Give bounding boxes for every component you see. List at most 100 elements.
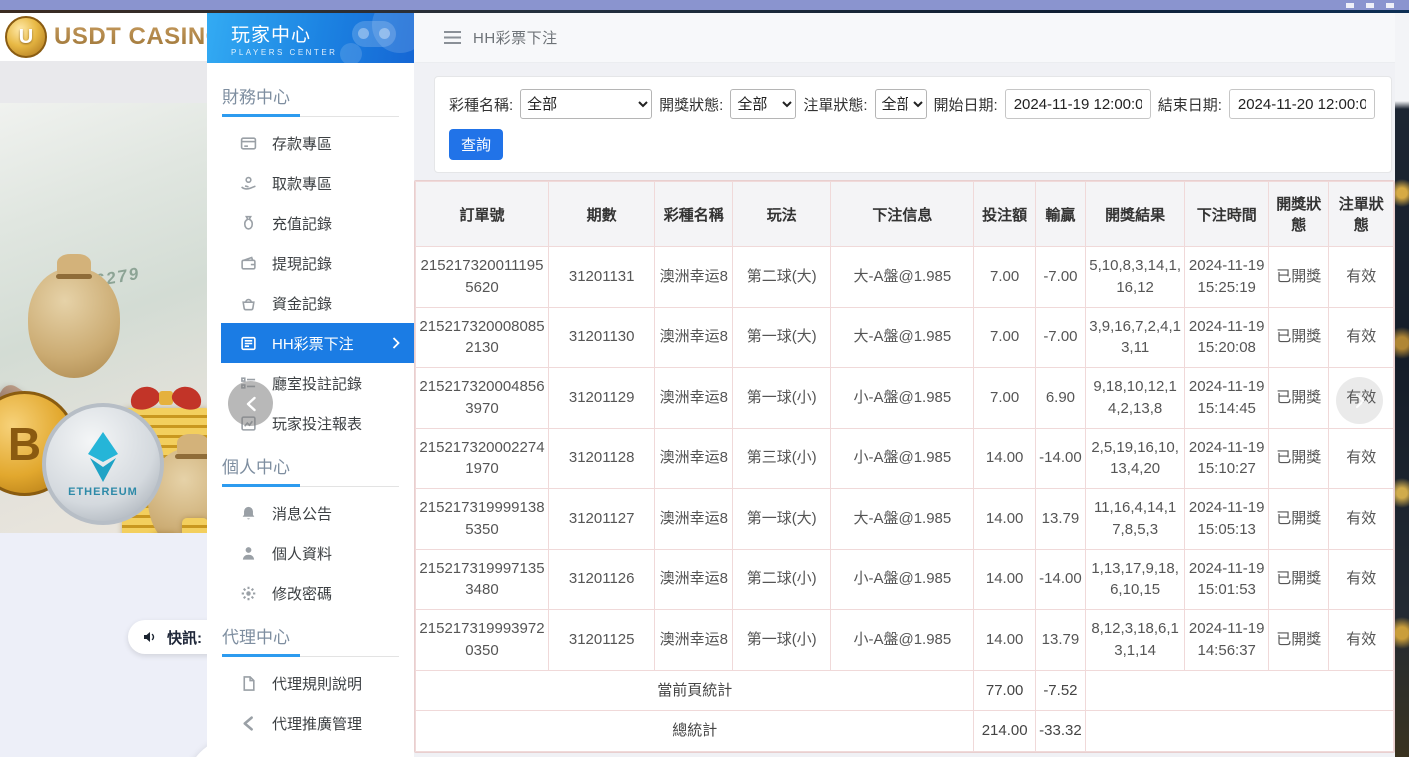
table-cell: 6.90	[1035, 368, 1085, 429]
sidebar-item-personal-profile[interactable]: 個人資料	[207, 533, 414, 573]
sidebar-item-label: HH彩票下注	[272, 333, 354, 354]
table-cell: 澳洲幸运8	[655, 549, 733, 610]
sidebar-item-label: 修改密碼	[272, 583, 332, 604]
sidebar-item-deposit-area[interactable]: 存款專區	[207, 123, 414, 163]
sidebar-header: 玩家中心 PLAYERS CENTER	[207, 13, 414, 63]
table-cell: 澳洲幸运8	[655, 307, 733, 368]
section-underline	[222, 654, 399, 657]
table-row: 215217320004856397031201129澳洲幸运8第一球(小)小-…	[416, 368, 1394, 429]
chevron-left-icon	[245, 396, 257, 412]
table-cell: 8,12,3,18,6,13,1,14	[1086, 610, 1185, 671]
bets-table-panel: 訂單號期數彩種名稱玩法下注信息投注額輸贏開獎結果下注時間開獎狀態注單狀態 215…	[414, 180, 1395, 753]
sidebar-item-recharge-records[interactable]: 充值記錄	[207, 203, 414, 243]
chevron-right-icon	[1354, 393, 1366, 409]
table-cell: 小-A盤@1.985	[831, 368, 974, 429]
site-logo[interactable]: U USDT CASINO	[0, 13, 207, 61]
bell-icon	[240, 505, 257, 522]
lottery-bet-icon	[240, 335, 257, 352]
sidebar-item-change-password[interactable]: 修改密碼	[207, 573, 414, 613]
lottery-name-select[interactable]: 全部	[520, 89, 652, 119]
order-status-select[interactable]: 全部	[875, 89, 927, 119]
sidebar-item-agent-rules[interactable]: 代理規則說明	[207, 663, 414, 703]
table-cell: 有效	[1329, 428, 1394, 489]
sidebar-item-label: 代理規則說明	[272, 673, 362, 694]
sidebar-item-label: 取款專區	[272, 173, 332, 194]
table-cell: -7.00	[1035, 247, 1085, 308]
window-control-fragment	[1346, 3, 1354, 8]
table-cell: 2024-11-19 15:25:19	[1185, 247, 1269, 308]
background-scene-left: U USDT CASINO KB46279 B ETHEREUM 快訊:	[0, 13, 207, 757]
sidebar-item-hh-lottery-bets[interactable]: HH彩票下注	[221, 323, 414, 363]
background-scene-right	[1395, 13, 1409, 757]
table-cell: 5,10,8,3,14,1,16,12	[1086, 247, 1185, 308]
summary-bet-amount: 77.00	[974, 670, 1035, 711]
table-cell: 澳洲幸运8	[655, 428, 733, 489]
table-cell: 澳洲幸运8	[655, 610, 733, 671]
summary-empty-cell	[1086, 711, 1394, 752]
search-button[interactable]: 查詢	[449, 129, 503, 160]
table-cell: 小-A盤@1.985	[831, 610, 974, 671]
table-cell: 2024-11-19 15:01:53	[1185, 549, 1269, 610]
table-cell: 13.79	[1035, 610, 1085, 671]
sidebar-collapse-button[interactable]	[228, 381, 273, 426]
column-header: 輸贏	[1035, 182, 1085, 247]
table-cell: 澳洲幸运8	[655, 247, 733, 308]
gamepad-icon	[352, 21, 396, 47]
table-cell: 31201131	[548, 247, 654, 308]
window-control-fragment	[1386, 3, 1394, 8]
ethereum-coin-icon: ETHEREUM	[42, 403, 164, 525]
table-cell: 第一球(大)	[733, 489, 831, 550]
logo-coin-icon: U	[5, 16, 47, 58]
sidebar-item-label: 廳室投註記錄	[272, 373, 362, 394]
end-date-input[interactable]	[1229, 89, 1375, 119]
sidebar-item-announcements[interactable]: 消息公告	[207, 493, 414, 533]
table-row: 215217319999138535031201127澳洲幸运8第一球(大)大-…	[416, 489, 1394, 550]
sidebar-item-label: 代理推廣管理	[272, 713, 362, 734]
funds-purse-icon	[240, 295, 257, 312]
draw-status-select[interactable]: 全部	[730, 89, 796, 119]
sidebar-item-label: 充值記錄	[272, 213, 332, 234]
chevron-right-icon	[392, 337, 402, 349]
start-date-label: 開始日期:	[934, 94, 998, 115]
table-cell: 第二球(小)	[733, 549, 831, 610]
page-title-bar: HH彩票下注	[414, 13, 1395, 63]
sidebar-item-withdraw-area[interactable]: 取款專區	[207, 163, 414, 203]
table-cell: 31201126	[548, 549, 654, 610]
table-header-row: 訂單號期數彩種名稱玩法下注信息投注額輸贏開獎結果下注時間開獎狀態注單狀態	[416, 182, 1394, 247]
table-cell: 第一球(大)	[733, 307, 831, 368]
table-cell: 大-A盤@1.985	[831, 247, 974, 308]
summary-label: 總統計	[416, 711, 974, 752]
table-cell: 已開獎	[1269, 247, 1329, 308]
table-cell: 2024-11-19 15:14:45	[1185, 368, 1269, 429]
table-cell: 第二球(大)	[733, 247, 831, 308]
table-cell: 13.79	[1035, 489, 1085, 550]
table-cell: 大-A盤@1.985	[831, 307, 974, 368]
table-cell: 2,5,19,16,10,13,4,20	[1086, 428, 1185, 489]
customer-service-button[interactable]	[183, 735, 207, 757]
sidebar-item-funds-records[interactable]: 資金記錄	[207, 283, 414, 323]
table-cell: 有效	[1329, 610, 1394, 671]
sidebar-item-label: 玩家投注報表	[272, 413, 362, 434]
ticker-label: 快訊:	[167, 627, 202, 648]
sidebar-item-agent-promotion[interactable]: 代理推廣管理	[207, 703, 414, 743]
table-cell: 已開獎	[1269, 549, 1329, 610]
table-cell: 有效	[1329, 489, 1394, 550]
background-band	[0, 61, 207, 103]
table-cell: 2152173200048563970	[416, 368, 549, 429]
table-cell: 2152173199971353480	[416, 549, 549, 610]
background-bottom: 快訊:	[0, 533, 207, 757]
table-cell: 有效	[1329, 549, 1394, 610]
panel-expand-button[interactable]	[1336, 377, 1383, 424]
table-cell: 澳洲幸运8	[655, 368, 733, 429]
table-cell: 14.00	[974, 428, 1035, 489]
table-cell: 2152173200022741970	[416, 428, 549, 489]
summary-winloss: -7.52	[1035, 670, 1085, 711]
table-cell: 14.00	[974, 549, 1035, 610]
sidebar-item-cashout-records[interactable]: 提現記錄	[207, 243, 414, 283]
hamburger-menu-icon[interactable]	[444, 31, 461, 44]
start-date-input[interactable]	[1005, 89, 1151, 119]
news-ticker: 快訊:	[128, 620, 207, 654]
sidebar-item-label: 資金記錄	[272, 293, 332, 314]
table-cell: 第一球(小)	[733, 368, 831, 429]
column-header: 訂單號	[416, 182, 549, 247]
